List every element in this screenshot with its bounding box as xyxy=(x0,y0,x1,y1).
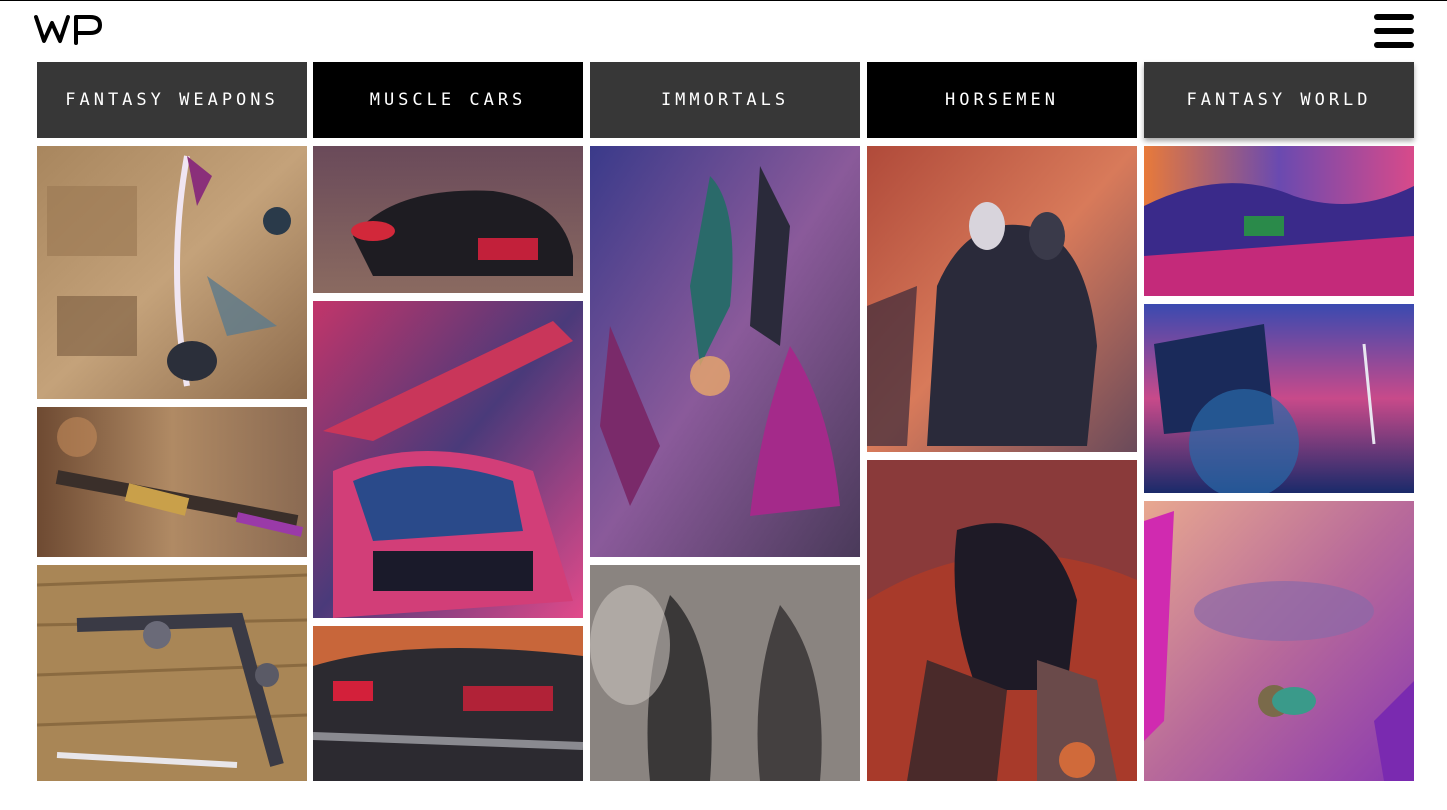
gallery-image[interactable] xyxy=(867,146,1137,452)
column-fantasy-world: FANTASY WORLD xyxy=(1144,62,1414,782)
column-fantasy-weapons: FANTASY WEAPONS xyxy=(37,62,307,782)
gallery-image[interactable] xyxy=(590,565,860,781)
category-tab-immortals[interactable]: IMMORTALS xyxy=(590,62,860,138)
wp-logo[interactable] xyxy=(34,11,104,47)
gallery-image[interactable] xyxy=(313,301,583,618)
gallery-image[interactable] xyxy=(313,146,583,293)
gallery-image[interactable] xyxy=(1144,304,1414,493)
hamburger-menu-icon[interactable] xyxy=(1374,14,1414,52)
category-tab-fantasy-world[interactable]: FANTASY WORLD xyxy=(1144,62,1414,138)
category-tab-fantasy-weapons[interactable]: FANTASY WEAPONS xyxy=(37,62,307,138)
column-horsemen: HORSEMEN xyxy=(867,62,1137,782)
gallery-image[interactable] xyxy=(590,146,860,557)
category-tab-muscle-cars[interactable]: MUSCLE CARS xyxy=(313,62,583,138)
category-tab-horsemen[interactable]: HORSEMEN xyxy=(867,62,1137,138)
gallery-image[interactable] xyxy=(37,407,307,557)
gallery-image[interactable] xyxy=(37,146,307,399)
gallery-image[interactable] xyxy=(313,626,583,781)
column-immortals: IMMORTALS xyxy=(590,62,860,782)
gallery-image[interactable] xyxy=(1144,501,1414,781)
wp-logo-icon xyxy=(34,15,102,45)
gallery-image[interactable] xyxy=(1144,146,1414,296)
gallery-image[interactable] xyxy=(37,565,307,781)
column-muscle-cars: MUSCLE CARS xyxy=(313,62,583,782)
gallery-image[interactable] xyxy=(867,460,1137,781)
